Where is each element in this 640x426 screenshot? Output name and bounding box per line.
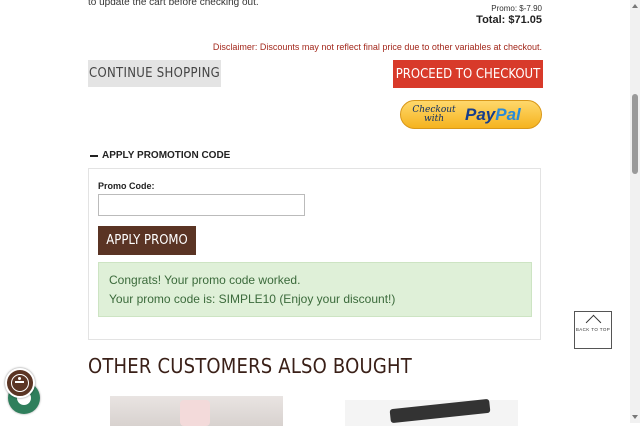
promo-code-label: Promo Code:	[98, 181, 155, 191]
also-bought-heading: Other Customers Also Bought	[88, 354, 412, 378]
page-scrollbar[interactable]	[630, 0, 640, 423]
paypal-logo-pal: Pal	[495, 104, 521, 124]
cart-update-note: to update the cart before checking out.	[88, 0, 259, 8]
promo-success-message: Congrats! Your promo code worked. Your p…	[98, 262, 532, 317]
back-to-top-button[interactable]: BACK TO TOP	[574, 311, 612, 349]
scroll-down-icon[interactable]	[632, 415, 638, 419]
product-image[interactable]	[345, 400, 518, 426]
accessibility-button[interactable]	[5, 368, 35, 398]
paypal-logo-pay: Pay	[465, 104, 496, 124]
discount-disclaimer: Disclaimer: Discounts may not reflect fi…	[212, 42, 542, 52]
paypal-checkout-text: Checkout with	[412, 104, 456, 124]
paypal-checkout-button[interactable]: Checkout with PayPal	[400, 100, 542, 129]
scroll-up-icon[interactable]	[632, 4, 638, 8]
promo-success-line-1: Congrats! Your promo code worked.	[109, 273, 301, 287]
promo-amount: Promo: $-7.90	[491, 4, 542, 13]
promo-code-input[interactable]	[98, 194, 305, 216]
product-image[interactable]	[110, 396, 283, 426]
proceed-to-checkout-button[interactable]: Proceed to Checkout	[393, 60, 543, 88]
continue-shopping-button[interactable]: Continue Shopping	[88, 60, 221, 87]
scrollbar-thumb[interactable]	[632, 94, 638, 174]
accessibility-icon	[11, 374, 29, 392]
paypal-logo: PayPal	[465, 105, 521, 125]
apply-promotion-toggle[interactable]: APPLY PROMOTION CODE	[90, 150, 230, 161]
apply-promotion-label: APPLY PROMOTION CODE	[102, 150, 231, 161]
apply-promo-button[interactable]: Apply Promo	[98, 226, 196, 255]
promo-success-line-2: Your promo code is: SIMPLE10 (Enjoy your…	[109, 292, 396, 306]
cart-total: Total: $71.05	[476, 14, 542, 26]
minus-icon	[90, 154, 98, 157]
